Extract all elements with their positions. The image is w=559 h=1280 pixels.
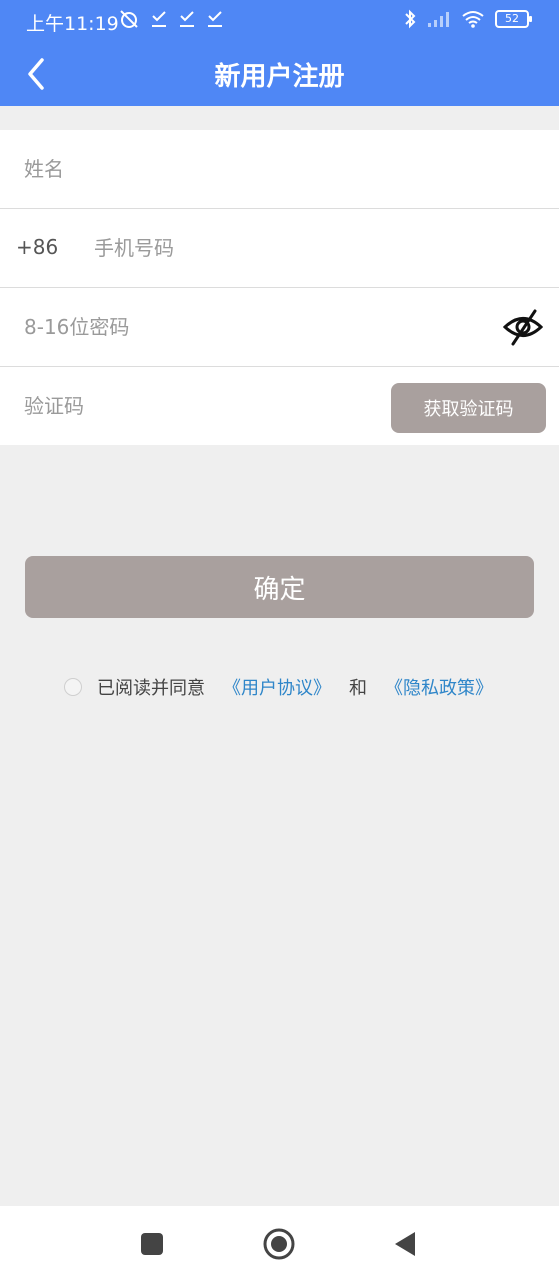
verification-row: 获取验证码: [0, 367, 559, 445]
system-nav-bar: [0, 1206, 559, 1280]
check-download-icon: [152, 11, 166, 27]
app-header: 上午11:19 52 新用户注册: [0, 0, 559, 106]
agreement-prefix: 已阅读并同意: [97, 678, 205, 699]
bluetooth-icon: [405, 9, 416, 29]
agreement-and: 和: [349, 678, 367, 699]
alarm-off-icon: [120, 10, 138, 28]
home-icon[interactable]: [263, 1228, 295, 1260]
recents-icon[interactable]: [140, 1232, 164, 1256]
password-input[interactable]: [24, 288, 484, 366]
wifi-icon: [462, 11, 484, 28]
eye-off-icon[interactable]: [503, 308, 543, 346]
signal-icon: [428, 12, 449, 27]
back-triangle-icon[interactable]: [393, 1230, 417, 1258]
battery-icon: 52: [495, 10, 532, 28]
status-system-icons: 52: [403, 9, 532, 29]
phone-input[interactable]: [94, 209, 534, 287]
check-download-icon: [180, 11, 194, 27]
user-agreement-link[interactable]: 《用户协议》: [223, 674, 331, 700]
privacy-policy-link[interactable]: 《隐私政策》: [385, 674, 493, 700]
registration-form: +86 获取验证码: [0, 130, 559, 445]
check-download-icon: [208, 11, 222, 27]
agreement-line: 已阅读并同意 《用户协议》 和 《隐私政策》: [64, 674, 493, 700]
agree-checkbox[interactable]: [64, 678, 82, 696]
status-bar: 上午11:19 52: [0, 0, 559, 44]
name-row: [0, 130, 559, 209]
get-code-button[interactable]: 获取验证码: [391, 383, 546, 433]
verification-code-input[interactable]: [24, 367, 374, 445]
nav-bar: 新用户注册: [0, 44, 559, 106]
phone-row: +86: [0, 209, 559, 288]
status-time: 上午11:19: [26, 13, 119, 35]
confirm-button[interactable]: 确定: [25, 556, 534, 618]
page-title: 新用户注册: [214, 62, 345, 92]
name-input[interactable]: [24, 130, 524, 208]
status-notification-icons: [118, 9, 224, 29]
country-code[interactable]: +86: [16, 235, 58, 259]
password-row: [0, 288, 559, 367]
